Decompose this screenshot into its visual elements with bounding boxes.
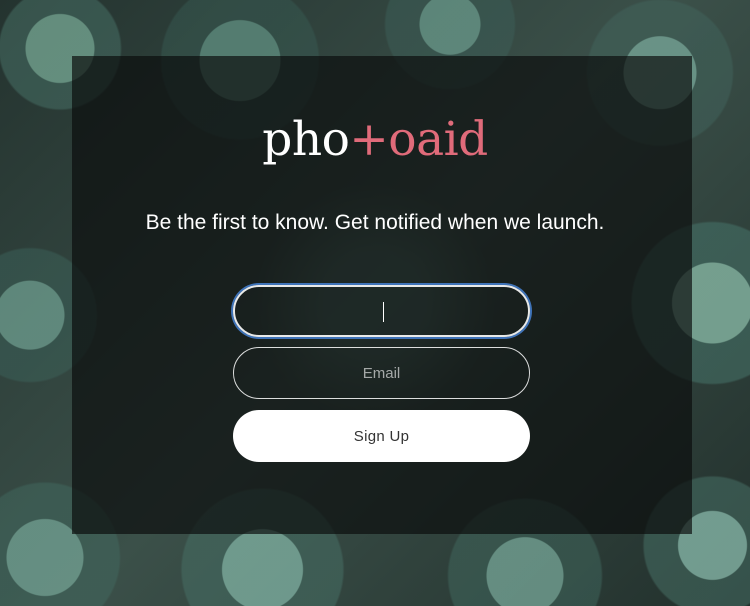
text-caret xyxy=(383,302,384,322)
tagline: Be the first to know. Get notified when … xyxy=(145,211,605,234)
logo-text-part1: pho xyxy=(262,112,350,167)
logo-text-part2: +o xyxy=(349,112,417,167)
email-input[interactable]: Email xyxy=(233,347,530,399)
brand-logo: pho+oaid xyxy=(0,112,750,168)
logo-text-part3: aid xyxy=(416,112,488,167)
sign-up-button[interactable]: Sign Up xyxy=(233,410,530,462)
name-input[interactable] xyxy=(233,285,530,337)
email-placeholder: Email xyxy=(362,364,401,382)
